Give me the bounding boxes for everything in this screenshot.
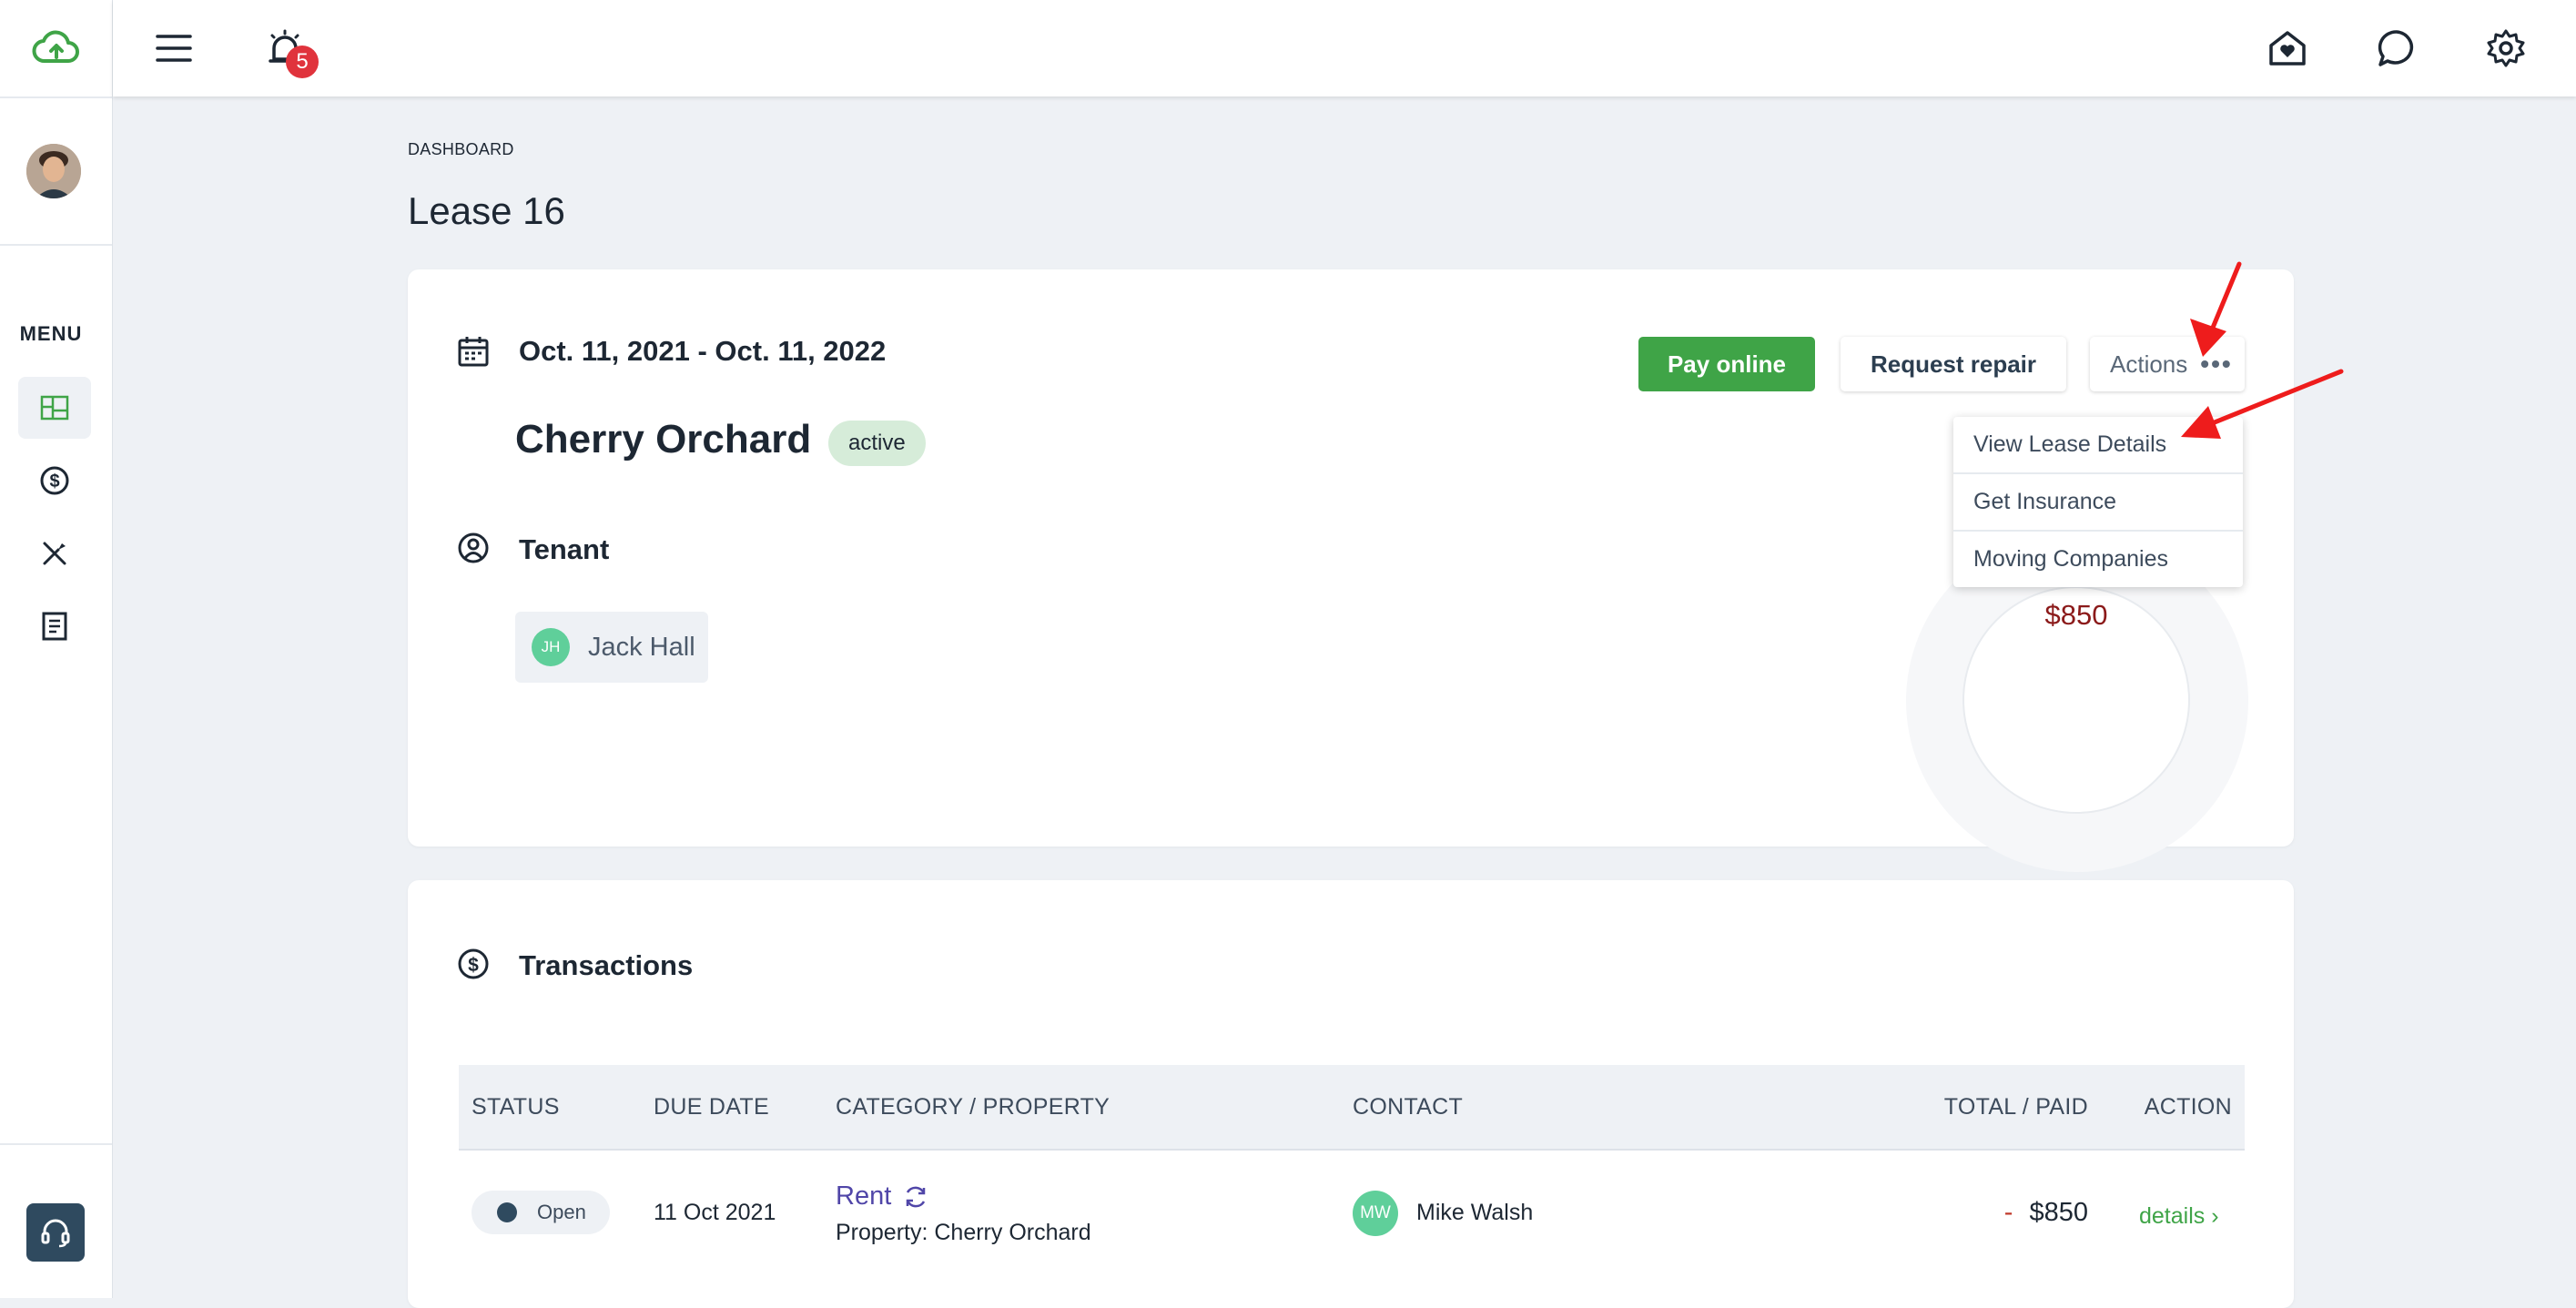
logo[interactable] — [0, 0, 112, 98]
category-link[interactable]: Rent — [836, 1181, 929, 1212]
balance-amount: $850 — [2044, 599, 2108, 631]
tenant-heading: Tenant — [519, 533, 610, 565]
headset-icon — [41, 1219, 70, 1248]
calendar-icon — [458, 337, 489, 367]
sidebar-divider — [0, 244, 112, 246]
status-dot-icon — [497, 1202, 517, 1222]
pay-online-button[interactable]: Pay online — [1638, 337, 1815, 391]
sidebar-item-documents[interactable] — [18, 595, 91, 657]
top-bar: 5 — [113, 0, 2576, 96]
category-label: Rent — [836, 1181, 892, 1211]
sidebar-divider — [0, 1143, 112, 1145]
document-icon — [42, 612, 67, 641]
tenant-name: Jack Hall — [588, 632, 695, 662]
total-amount: - $850 — [2004, 1198, 2088, 1228]
actions-label: Actions — [2110, 350, 2188, 378]
total-sign: - — [2003, 1198, 2013, 1227]
transactions-heading: Transactions — [519, 949, 694, 981]
total-value: $850 — [2029, 1198, 2088, 1227]
recurring-icon — [907, 1186, 926, 1207]
dollar-circle-icon: $ — [458, 948, 489, 979]
more-dots-icon: ••• — [2200, 350, 2233, 378]
settings-button[interactable] — [2481, 24, 2530, 73]
menu-label: MENU — [19, 322, 83, 345]
home-heart-icon — [2269, 31, 2306, 66]
status-text: Open — [537, 1201, 586, 1223]
notification-count-badge: 5 — [286, 46, 319, 78]
status-badge: active — [828, 421, 926, 466]
messages-button[interactable] — [2372, 24, 2421, 73]
table-row: Open 11 Oct 2021 Rent Property: Cherry O… — [459, 1151, 2245, 1278]
lease-date-range: Oct. 11, 2021 - Oct. 11, 2022 — [519, 335, 887, 367]
actions-dropdown-menu: View Lease Details Get Insurance Moving … — [1953, 417, 2243, 587]
page-title: Lease 16 — [408, 189, 565, 232]
menu-item-view-lease-details[interactable]: View Lease Details — [1953, 417, 2243, 474]
due-date: 11 Oct 2021 — [654, 1200, 776, 1225]
property-name: Cherry Orchard — [515, 417, 812, 461]
menu-item-get-insurance[interactable]: Get Insurance — [1953, 474, 2243, 532]
column-header-total[interactable]: TOTAL / PAID — [1944, 1065, 2088, 1149]
user-circle-icon — [458, 532, 489, 563]
status-badge: Open — [472, 1191, 610, 1234]
dashboard-icon — [40, 395, 69, 421]
home-button[interactable] — [2263, 24, 2312, 73]
cloud-upload-icon — [32, 30, 79, 63]
avatar-image — [26, 144, 81, 198]
dollar-circle-icon: $ — [40, 466, 69, 495]
sidebar-item-repairs[interactable] — [18, 522, 91, 584]
chat-bubble-icon — [2378, 30, 2413, 66]
tenant-chip[interactable]: JH Jack Hall — [515, 612, 708, 683]
transactions-card: $ Transactions STATUS DUE DATE CATEGORY … — [408, 880, 2294, 1308]
gear-icon — [2487, 29, 2525, 67]
column-header-status[interactable]: STATUS — [472, 1065, 560, 1149]
request-repair-button[interactable]: Request repair — [1841, 337, 2066, 391]
table-header: STATUS DUE DATE CATEGORY / PROPERTY CONT… — [459, 1065, 2245, 1151]
property-label: Property: Cherry Orchard — [836, 1220, 1091, 1245]
column-header-contact[interactable]: CONTACT — [1353, 1065, 1463, 1149]
hamburger-icon — [156, 35, 192, 62]
details-link[interactable]: details › — [2139, 1203, 2219, 1230]
contact-avatar: MW — [1353, 1191, 1398, 1236]
svg-text:$: $ — [468, 955, 479, 976]
tenant-avatar: JH — [532, 628, 570, 666]
menu-item-moving-companies[interactable]: Moving Companies — [1953, 532, 2243, 587]
column-header-category[interactable]: CATEGORY / PROPERTY — [836, 1065, 1110, 1149]
sidebar: MENU $ — [0, 0, 113, 1298]
avatar[interactable] — [26, 144, 81, 198]
sidebar-item-payments[interactable]: $ — [18, 450, 91, 512]
actions-button[interactable]: Actions ••• — [2090, 337, 2245, 391]
hamburger-menu-button[interactable] — [149, 24, 198, 73]
sidebar-item-dashboard[interactable] — [18, 377, 91, 439]
transactions-table: STATUS DUE DATE CATEGORY / PROPERTY CONT… — [459, 1065, 2245, 1278]
svg-text:$: $ — [49, 471, 59, 492]
column-header-due-date[interactable]: DUE DATE — [654, 1065, 769, 1149]
lease-card: Oct. 11, 2021 - Oct. 11, 2022 Cherry Orc… — [408, 269, 2294, 872]
column-header-action: ACTION — [2144, 1094, 2232, 1120]
contact-name[interactable]: Mike Walsh — [1416, 1200, 1533, 1226]
support-button[interactable] — [26, 1203, 85, 1262]
breadcrumb[interactable]: DASHBOARD — [408, 140, 514, 159]
tools-icon — [43, 542, 66, 565]
